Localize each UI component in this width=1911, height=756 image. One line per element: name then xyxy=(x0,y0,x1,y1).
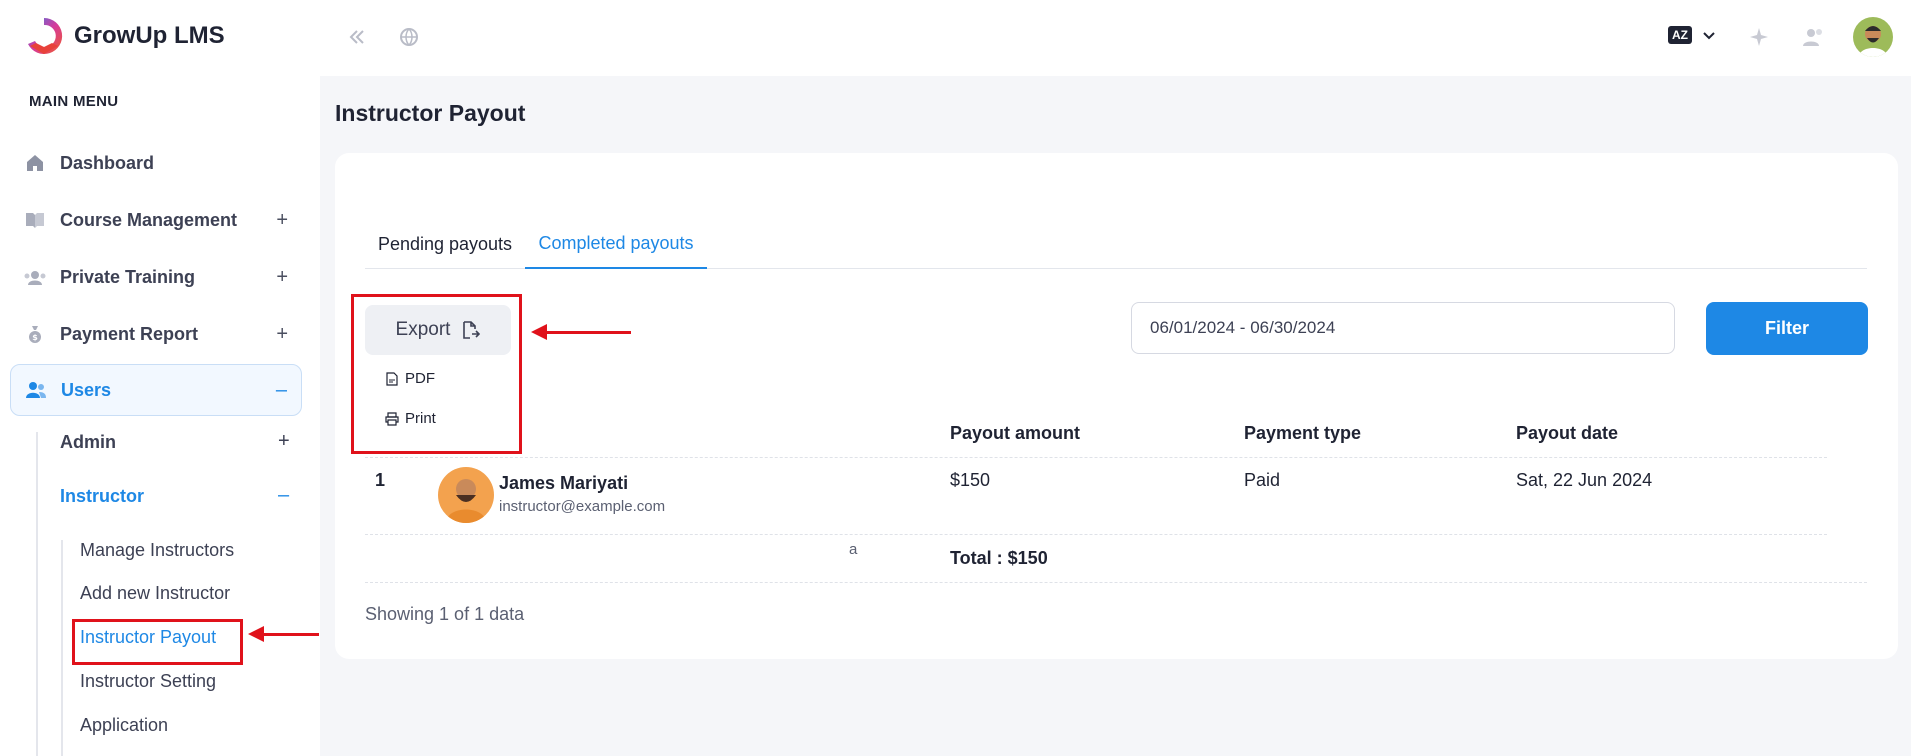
sidebar-subitem-admin[interactable]: Admin + xyxy=(60,430,290,453)
date-range-input[interactable]: 06/01/2024 - 06/30/2024 xyxy=(1131,302,1675,354)
people-icon xyxy=(24,266,46,288)
collapse-icon[interactable]: – xyxy=(276,379,287,402)
submenu-guide-line xyxy=(36,432,38,756)
annotation-arrow-export xyxy=(531,324,631,340)
expand-icon[interactable]: + xyxy=(278,430,290,453)
total-amount: Total : $150 xyxy=(950,548,1048,568)
sidebar-item-label: Private Training xyxy=(60,266,196,287)
sparkle-icon[interactable] xyxy=(1747,24,1773,50)
sidebar-item-label: Course Management xyxy=(60,209,238,230)
annotation-box-export xyxy=(351,294,522,454)
brand-name: GrowUp LMS xyxy=(74,22,225,49)
sidebar-leaf-manage-instructors[interactable]: Manage Instructors xyxy=(80,540,234,561)
logo-icon xyxy=(28,17,63,54)
chevron-down-icon xyxy=(1703,32,1715,40)
submenu-guide-line xyxy=(61,540,63,756)
instructor-avatar xyxy=(438,467,494,523)
tab-bar: Pending payouts Completed payouts xyxy=(365,219,1867,269)
user-avatar[interactable] xyxy=(1853,17,1893,57)
annotation-arrow-instructor-payout xyxy=(248,626,319,642)
table-divider xyxy=(365,457,1827,458)
pagination-info: Showing 1 of 1 data xyxy=(365,604,525,624)
sidebar-item-course-management[interactable]: Course Management + xyxy=(10,194,302,246)
expand-icon[interactable]: + xyxy=(276,323,288,346)
instructor-name: James Mariyati xyxy=(499,473,629,493)
users-icon xyxy=(25,379,47,401)
collapse-icon[interactable]: – xyxy=(278,484,289,507)
book-icon xyxy=(24,209,46,231)
sidebar-subitem-instructor[interactable]: Instructor – xyxy=(60,484,289,507)
svg-text:$: $ xyxy=(32,333,38,342)
top-bar: GrowUp LMS AZ xyxy=(0,0,1911,76)
sidebar-item-label: Users xyxy=(61,379,112,400)
stray-character: a xyxy=(849,541,858,558)
sidebar-item-dashboard[interactable]: Dashboard xyxy=(10,137,302,189)
table-divider xyxy=(365,582,1867,583)
sidebar-subitem-label: Instructor xyxy=(60,486,145,506)
payout-card: Pending payouts Completed payouts Export… xyxy=(335,153,1898,659)
users-icon[interactable] xyxy=(1801,24,1827,50)
column-header-payout-date: Payout date xyxy=(1516,423,1619,443)
sidebar-item-payment-report[interactable]: $ Payment Report + xyxy=(10,308,302,360)
logo[interactable]: GrowUp LMS xyxy=(22,14,225,58)
money-bag-icon: $ xyxy=(24,323,46,345)
sidebar-leaf-add-new-instructor[interactable]: Add new Instructor xyxy=(80,583,230,604)
payout-date: Sat, 22 Jun 2024 xyxy=(1516,470,1653,490)
annotation-box-instructor-payout xyxy=(72,619,243,665)
collapse-sidebar-icon[interactable] xyxy=(344,24,370,50)
payment-type: Paid xyxy=(1244,470,1281,490)
home-icon xyxy=(24,152,46,174)
sidebar-item-private-training[interactable]: Private Training + xyxy=(10,251,302,303)
column-header-payout-amount: Payout amount xyxy=(950,423,1081,443)
page-title: Instructor Payout xyxy=(335,100,526,126)
table-divider xyxy=(365,534,1827,535)
filter-button[interactable]: Filter xyxy=(1706,302,1868,355)
expand-icon[interactable]: + xyxy=(276,209,288,232)
sidebar-leaf-application[interactable]: Application xyxy=(80,715,168,736)
sidebar-item-label: Payment Report xyxy=(60,323,199,344)
payout-amount: $150 xyxy=(950,470,991,490)
expand-icon[interactable]: + xyxy=(276,266,288,289)
sidebar-item-label: Dashboard xyxy=(60,152,155,173)
row-index: 1 xyxy=(375,470,386,490)
sidebar-item-users[interactable]: Users – xyxy=(10,364,302,416)
language-icon: AZ xyxy=(1668,26,1692,44)
sidebar-subitem-label: Admin xyxy=(60,432,116,452)
instructor-email: instructor@example.com xyxy=(499,498,666,515)
main-menu-heading: MAIN MENU xyxy=(29,93,119,110)
sidebar-leaf-instructor-setting[interactable]: Instructor Setting xyxy=(80,671,216,692)
column-header-payment-type: Payment type xyxy=(1244,423,1362,443)
tab-pending-payouts[interactable]: Pending payouts xyxy=(365,219,525,269)
globe-icon[interactable] xyxy=(396,24,422,50)
tab-completed-payouts[interactable]: Completed payouts xyxy=(525,219,707,269)
language-selector[interactable]: AZ xyxy=(1668,26,1716,44)
